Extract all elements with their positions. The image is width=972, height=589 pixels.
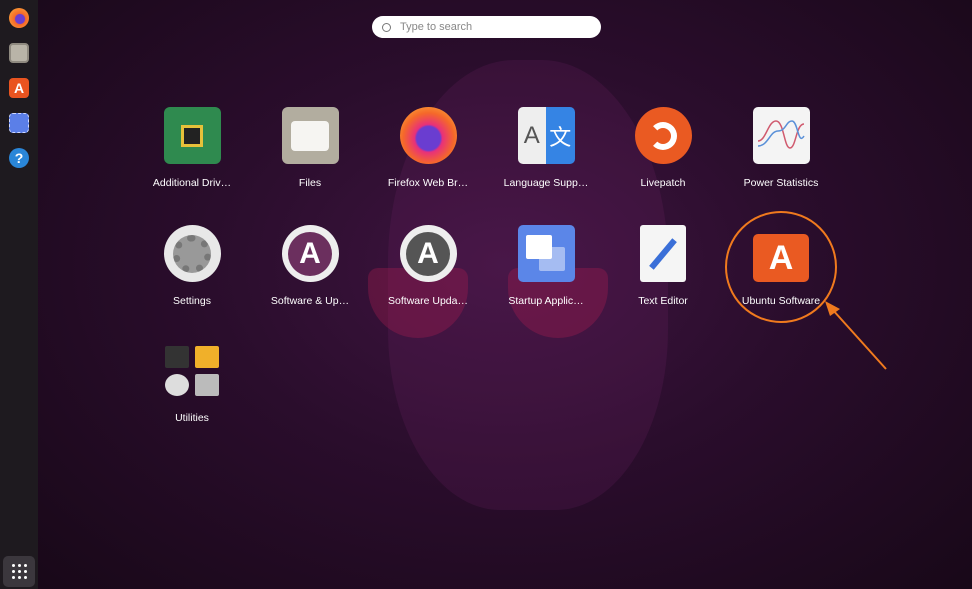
annotation-arrow: [825, 301, 887, 370]
